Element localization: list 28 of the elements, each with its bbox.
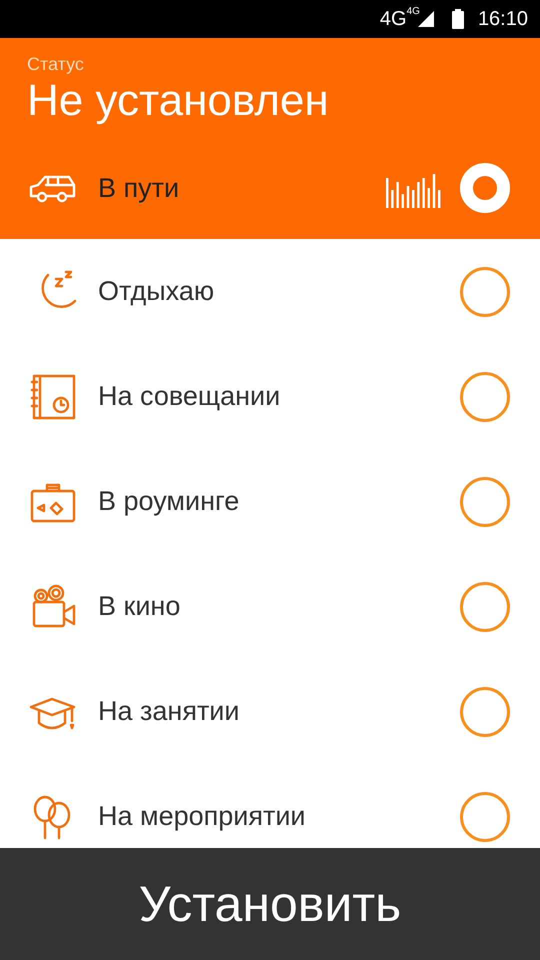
radio-button[interactable] xyxy=(460,372,510,422)
radio-button[interactable] xyxy=(460,582,510,632)
battery-icon xyxy=(452,9,464,29)
status-label: В кино xyxy=(98,591,182,622)
status-label: На мероприятии xyxy=(98,801,306,832)
status-row[interactable]: В пути xyxy=(0,137,540,239)
status-label: На совещании xyxy=(98,381,282,412)
status-label: В роуминге xyxy=(98,486,240,517)
radio-button[interactable] xyxy=(460,476,510,526)
network-small-label: 4G xyxy=(406,6,420,17)
set-button[interactable]: Установить xyxy=(0,848,540,960)
signal-icon xyxy=(418,11,434,27)
header-title: Не установлен xyxy=(27,75,330,127)
network-label: 4G xyxy=(380,8,407,30)
status-row[interactable]: В кино xyxy=(0,554,540,659)
status-row[interactable]: На совещании xyxy=(0,344,540,449)
status-row[interactable]: В роуминге xyxy=(0,449,540,554)
radio-button[interactable] xyxy=(460,686,510,736)
status-row[interactable]: На занятии xyxy=(0,659,540,764)
status-row[interactable]: Отдыхаю xyxy=(0,239,540,344)
header-label: Статус xyxy=(27,54,85,75)
status-label: На занятии xyxy=(98,696,240,727)
status-label: В пути xyxy=(98,172,180,204)
radio-button[interactable] xyxy=(460,792,510,842)
clock: 16:10 xyxy=(478,8,528,30)
radio-button[interactable] xyxy=(460,266,510,316)
status-label: Отдыхаю xyxy=(98,276,216,307)
status-row[interactable]: На мероприятии xyxy=(0,764,540,848)
